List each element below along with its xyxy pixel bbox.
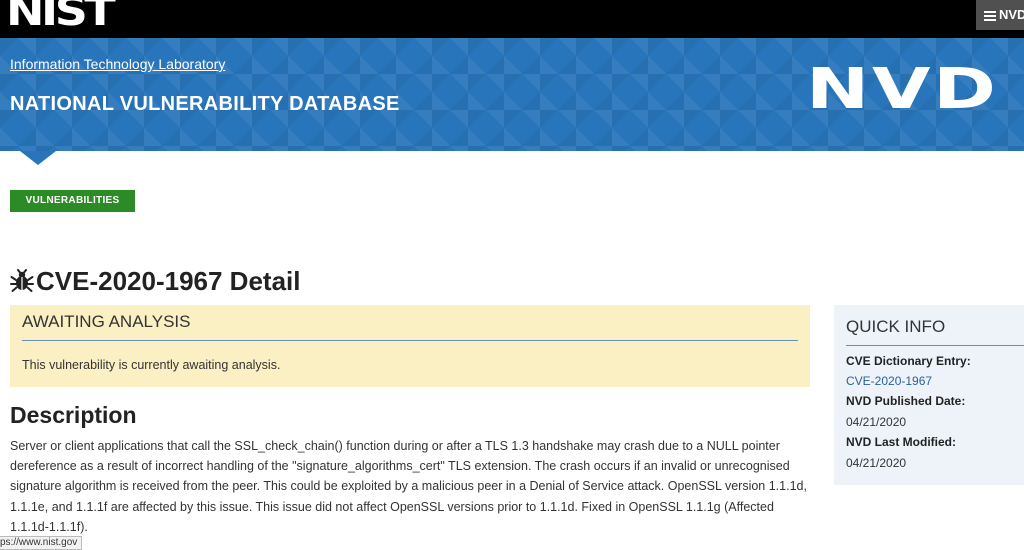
status-heading: AWAITING ANALYSIS — [22, 312, 798, 341]
status-bar-url: ps://www.nist.gov — [0, 536, 83, 550]
last-modified-label: NVD Last Modified: — [846, 435, 956, 449]
itl-link[interactable]: Information Technology Laboratory — [10, 56, 225, 72]
bug-icon — [10, 269, 34, 292]
site-header: Information Technology Laboratory NATION… — [0, 38, 1024, 151]
cve-title-text: CVE-2020-1967 Detail — [36, 266, 301, 296]
published-date-label: NVD Published Date: — [846, 394, 966, 408]
menu-label: NVD — [999, 7, 1024, 22]
quick-info-heading: QUICK INFO — [846, 317, 1024, 346]
nvd-logo[interactable]: NVD — [806, 62, 999, 118]
nist-logo[interactable]: NIST — [6, 0, 116, 32]
status-body: This vulnerability is currently awaiting… — [22, 358, 281, 372]
top-bar: NIST NVD — [0, 0, 1024, 38]
header-notch — [20, 151, 56, 165]
hamburger-icon — [984, 9, 996, 23]
quick-info-panel: QUICK INFO CVE Dictionary Entry: CVE-202… — [834, 305, 1024, 485]
site-title[interactable]: NATIONAL VULNERABILITY DATABASE — [10, 93, 400, 116]
published-date-value: 04/21/2020 — [846, 415, 907, 429]
menu-button[interactable]: NVD — [976, 0, 1024, 30]
page-title: CVE-2020-1967 Detail — [10, 266, 300, 297]
description-heading: Description — [10, 402, 137, 428]
cve-entry-label: CVE Dictionary Entry: — [846, 354, 971, 368]
description-text: Server or client applications that call … — [10, 439, 807, 534]
vulnerabilities-button[interactable]: VULNERABILITIES — [10, 190, 135, 212]
last-modified-value: 04/21/2020 — [846, 456, 907, 470]
status-panel: AWAITING ANALYSIS This vulnerability is … — [10, 305, 810, 387]
cve-entry-link[interactable]: CVE-2020-1967 — [846, 374, 932, 388]
